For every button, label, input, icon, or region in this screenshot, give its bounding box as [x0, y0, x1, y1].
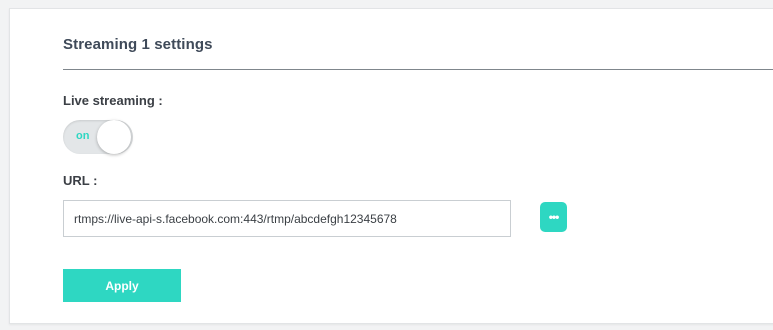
streaming-settings-panel: Streaming 1 settings Live streaming : on… [9, 8, 773, 324]
ellipsis-icon: ••• [548, 210, 560, 224]
live-streaming-toggle[interactable]: on [63, 120, 133, 154]
live-streaming-label: Live streaming : [63, 93, 163, 108]
url-label: URL : [63, 173, 98, 188]
more-options-button[interactable]: ••• [540, 202, 567, 232]
toggle-state-label: on [76, 130, 90, 142]
section-title: Streaming 1 settings [63, 36, 213, 53]
url-input[interactable] [63, 200, 511, 237]
toggle-knob [97, 120, 131, 154]
apply-button[interactable]: Apply [63, 269, 181, 302]
section-divider [63, 69, 773, 70]
